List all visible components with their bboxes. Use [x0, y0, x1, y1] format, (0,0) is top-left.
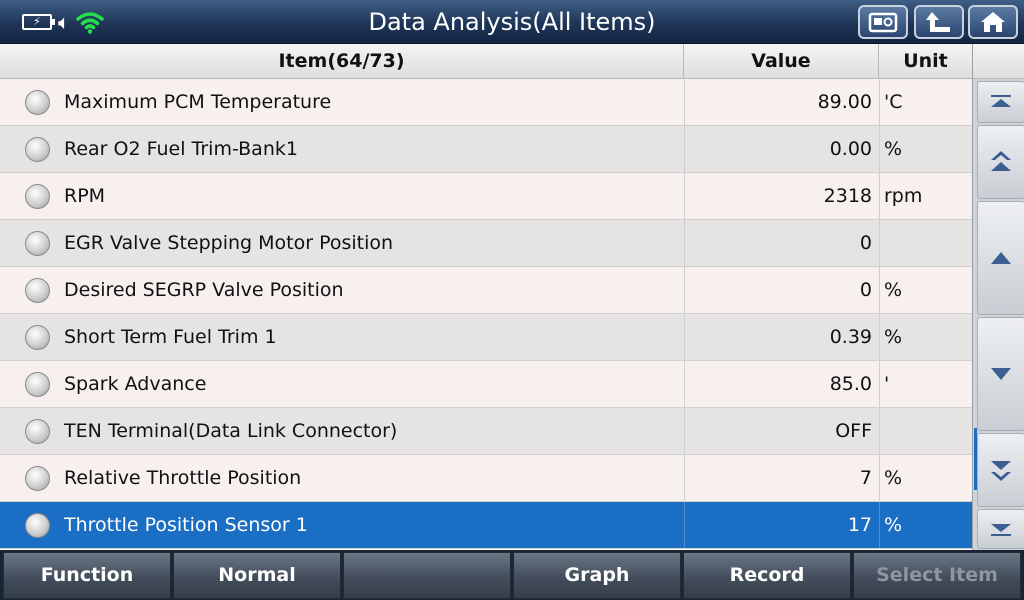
title-bar: ⚡ 🔈︎ Data Analysis(All Items)	[0, 0, 1024, 44]
row-value: OFF	[684, 408, 878, 454]
row-radio[interactable]	[25, 325, 50, 350]
row-unit: %	[879, 502, 972, 548]
column-header-item: Item(64/73)	[0, 44, 684, 79]
page-up-icon	[991, 151, 1011, 171]
row-radio[interactable]	[25, 466, 50, 491]
function-button[interactable]: Function	[3, 552, 171, 599]
row-radio[interactable]	[25, 513, 50, 538]
scroll-up-button[interactable]	[977, 201, 1024, 315]
row-value: 85.0	[684, 361, 878, 407]
row-item: TEN Terminal(Data Link Connector)	[64, 420, 398, 442]
page-down-icon	[991, 461, 1011, 481]
row-item: Desired SEGRP Valve Position	[64, 279, 344, 301]
row-item: Spark Advance	[64, 373, 207, 395]
scroll-bottom-icon	[991, 524, 1011, 536]
table-row[interactable]: Desired SEGRP Valve Position 0 %	[0, 267, 972, 314]
table-header: Item(64/73) Value Unit	[0, 44, 972, 79]
select-item-button[interactable]: Select Item	[853, 552, 1021, 599]
arrow-down-icon	[991, 368, 1011, 380]
scroll-top-button[interactable]	[977, 81, 1024, 123]
bottom-toolbar: Function Normal Graph Record Select Item	[0, 550, 1024, 600]
row-unit	[879, 408, 972, 454]
row-radio[interactable]	[25, 184, 50, 209]
status-icons: ⚡ 🔈︎	[22, 8, 104, 36]
normal-button[interactable]: Normal	[173, 552, 341, 599]
row-unit: %	[879, 126, 972, 172]
scroll-top-icon	[991, 95, 1011, 107]
row-item: Relative Throttle Position	[64, 467, 302, 489]
row-radio[interactable]	[25, 372, 50, 397]
wifi-icon	[76, 12, 104, 34]
row-unit: %	[879, 267, 972, 313]
row-unit: %	[879, 455, 972, 501]
row-value: 0.00	[684, 126, 878, 172]
table-row[interactable]: TEN Terminal(Data Link Connector) OFF	[0, 408, 972, 455]
row-radio[interactable]	[25, 231, 50, 256]
home-icon	[981, 12, 1005, 32]
graph-button[interactable]: Graph	[513, 552, 681, 599]
row-value: 2318	[684, 173, 878, 219]
empty-button[interactable]	[343, 552, 511, 599]
row-unit: '	[879, 361, 972, 407]
page-up-button[interactable]	[977, 125, 1024, 199]
record-button[interactable]: Record	[683, 552, 851, 599]
back-button[interactable]	[914, 5, 964, 39]
row-value: 7	[684, 455, 878, 501]
scroll-bottom-button[interactable]	[977, 509, 1024, 549]
speaker-icon: 🔈︎	[58, 10, 70, 34]
row-radio[interactable]	[25, 90, 50, 115]
row-value: 0	[684, 267, 878, 313]
table-body: Maximum PCM Temperature 89.00 'C Rear O2…	[0, 79, 972, 550]
home-button[interactable]	[968, 5, 1018, 39]
row-unit: 'C	[879, 79, 972, 125]
table-row[interactable]: Short Term Fuel Trim 1 0.39 %	[0, 314, 972, 361]
row-item: Throttle Position Sensor 1	[64, 514, 308, 536]
table-row[interactable]: Maximum PCM Temperature 89.00 'C	[0, 79, 972, 126]
table-row-selected[interactable]: Throttle Position Sensor 1 17 %	[0, 502, 972, 549]
row-item: Short Term Fuel Trim 1	[64, 326, 277, 348]
table-row[interactable]: Spark Advance 85.0 '	[0, 361, 972, 408]
table-row[interactable]: EGR Valve Stepping Motor Position 0	[0, 220, 972, 267]
column-header-unit: Unit	[903, 50, 948, 72]
scroll-controls	[972, 44, 1024, 550]
camera-card-icon	[868, 12, 898, 33]
page-down-button[interactable]	[977, 433, 1024, 507]
row-value: 0	[684, 220, 878, 266]
scroll-down-button[interactable]	[977, 317, 1024, 431]
row-radio[interactable]	[25, 419, 50, 444]
screenshot-button[interactable]	[858, 5, 908, 39]
row-value: 0.39	[684, 314, 878, 360]
row-item: Maximum PCM Temperature	[64, 91, 332, 113]
row-radio[interactable]	[25, 278, 50, 303]
row-item: EGR Valve Stepping Motor Position	[64, 232, 394, 254]
row-unit: %	[879, 314, 972, 360]
table-row[interactable]: Rear O2 Fuel Trim-Bank1 0.00 %	[0, 126, 972, 173]
return-arrow-icon	[926, 12, 950, 32]
data-table: Item(64/73) Value Unit Maximum PCM Tempe…	[0, 44, 972, 550]
table-row[interactable]: Relative Throttle Position 7 %	[0, 455, 972, 502]
row-item: Rear O2 Fuel Trim-Bank1	[64, 138, 298, 160]
row-radio[interactable]	[25, 137, 50, 162]
row-item: RPM	[64, 185, 106, 207]
row-value: 89.00	[684, 79, 878, 125]
battery-charging-icon: ⚡	[22, 14, 55, 30]
table-row[interactable]: RPM 2318 rpm	[0, 173, 972, 220]
row-unit: rpm	[879, 173, 972, 219]
arrow-up-icon	[991, 252, 1011, 264]
row-value: 17	[684, 502, 878, 548]
row-unit	[879, 220, 972, 266]
scroll-header	[973, 44, 1024, 79]
column-header-value: Value	[684, 44, 879, 79]
